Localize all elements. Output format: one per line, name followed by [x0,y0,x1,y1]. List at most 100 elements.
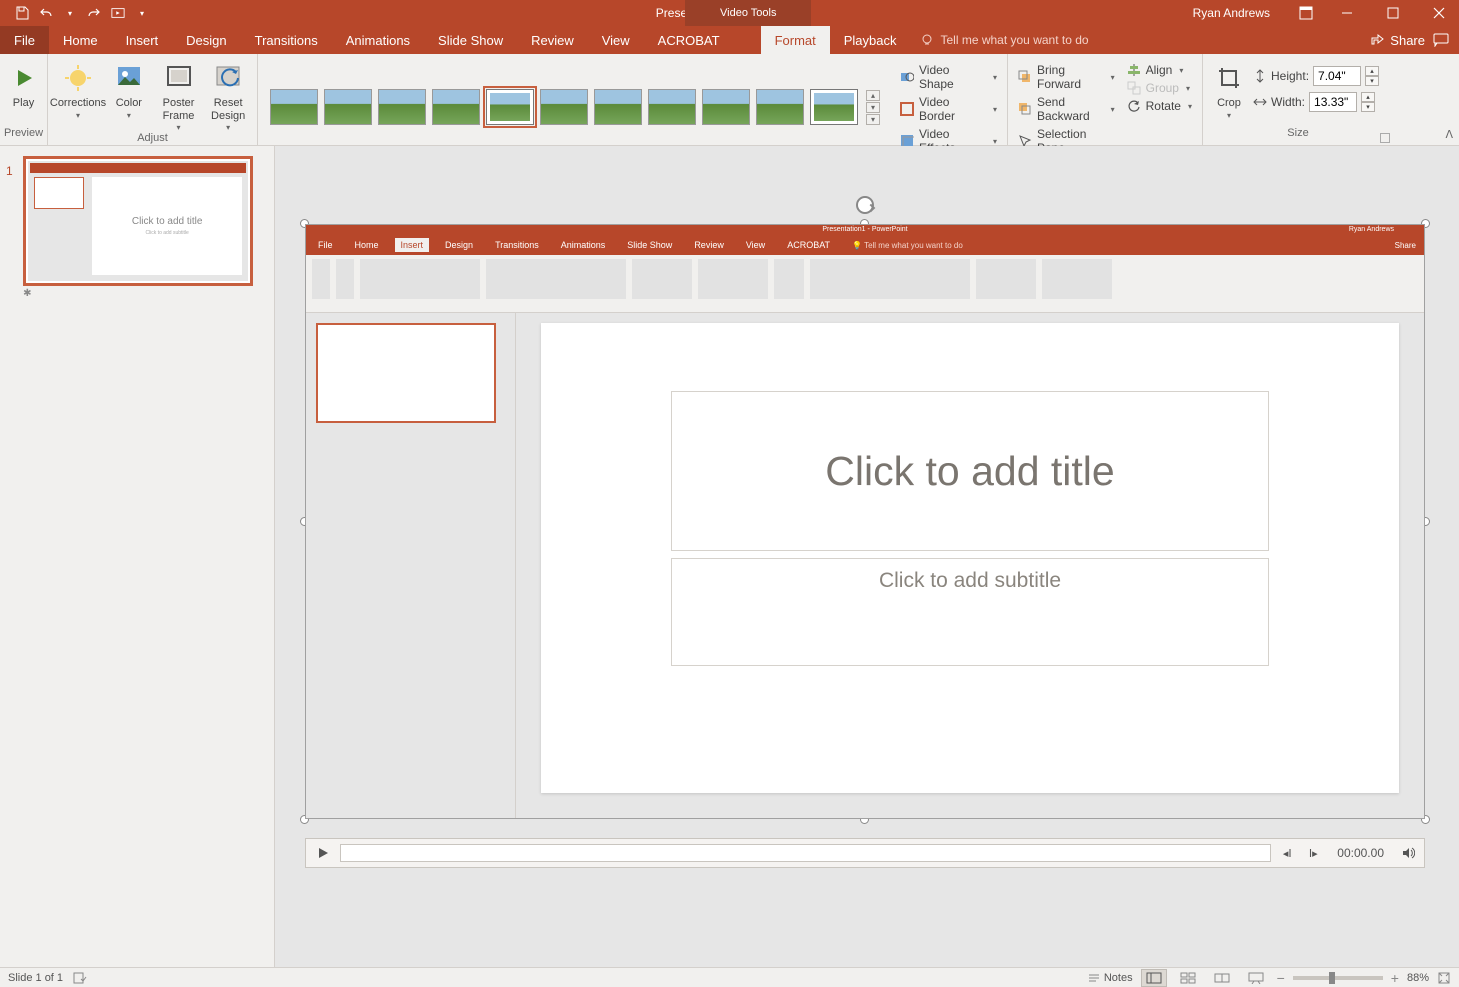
play-preview-button[interactable]: Play [6,58,41,110]
fit-to-window-button[interactable] [1437,971,1451,985]
tab-animations[interactable]: Animations [332,26,424,54]
arrange-col1: Bring Forward▾ Send Backward▾ Selection … [1014,58,1119,156]
seek-bar[interactable] [340,844,1271,862]
undo-icon[interactable] [39,6,53,20]
video-style-5[interactable] [486,89,534,125]
start-from-beginning-icon[interactable] [111,6,125,20]
poster-frame-button[interactable]: Poster Frame▾ [156,58,202,132]
redo-icon[interactable] [87,6,101,20]
height-input[interactable] [1313,66,1361,86]
video-shape-button[interactable]: Video Shape▾ [896,62,1001,92]
video-style-10[interactable] [756,89,804,125]
video-style-9[interactable] [702,89,750,125]
spellcheck-icon[interactable] [73,971,87,985]
slide-canvas[interactable]: Presentation1 - PowerPoint Ryan Andrews … [275,146,1459,967]
tab-format[interactable]: Format [761,26,830,54]
undo-dropdown-icon[interactable]: ▾ [63,6,77,20]
video-style-2[interactable] [324,89,372,125]
reset-design-button[interactable]: Reset Design▾ [205,58,251,132]
zoom-slider[interactable] [1293,976,1383,980]
inner-ribbon-tabs: File Home Insert Design Transitions Anim… [306,235,1424,255]
step-back-button[interactable]: ◂Ⅰ [1277,843,1297,863]
close-button[interactable] [1419,0,1459,26]
quick-access-toolbar: ▾ ▾ [0,6,149,20]
save-icon[interactable] [15,6,29,20]
rotate-button[interactable]: Rotate▾ [1123,98,1196,114]
gallery-more-button[interactable]: ▾ [866,114,880,125]
collapse-ribbon-icon[interactable]: ᐱ [1445,128,1453,141]
normal-view-button[interactable] [1141,969,1167,987]
height-label: Height: [1271,69,1309,83]
tab-file[interactable]: File [0,26,49,54]
width-spinner: ▴▾ [1361,92,1375,112]
inner-tab-design: Design [439,238,479,252]
tab-transitions[interactable]: Transitions [241,26,332,54]
maximize-button[interactable] [1373,0,1413,26]
tab-review[interactable]: Review [517,26,588,54]
video-style-7[interactable] [594,89,642,125]
gallery-up-button[interactable]: ▴ [866,90,880,101]
zoom-in-button[interactable]: + [1391,970,1399,986]
minimize-button[interactable] [1327,0,1367,26]
tell-me[interactable]: Tell me what you want to do [910,26,1102,54]
ribbon-display-options-icon[interactable] [1291,0,1321,26]
play-button[interactable] [312,842,334,864]
video-style-4[interactable] [432,89,480,125]
slide-thumb-number: 1 [6,164,13,178]
slide-thumbnail-1[interactable]: Click to add titleClick to add subtitle [23,156,253,286]
corrections-button[interactable]: Corrections▾ [54,58,102,120]
step-forward-button[interactable]: Ⅰ▸ [1303,843,1323,863]
align-button[interactable]: Align▾ [1123,62,1196,78]
width-down[interactable]: ▾ [1361,102,1375,112]
reset-design-icon [212,62,244,94]
video-style-1[interactable] [270,89,318,125]
color-button[interactable]: Color▾ [106,58,152,120]
group-adjust: Corrections▾ Color▾ Poster Frame▾ Reset … [48,54,258,145]
crop-button[interactable]: Crop▾ [1209,58,1249,120]
zoom-out-button[interactable]: − [1277,970,1285,986]
size-inputs: Height: ▴▾ Width: ▴▾ [1253,58,1379,112]
video-style-11[interactable] [810,89,858,125]
video-style-8[interactable] [648,89,696,125]
zoom-level[interactable]: 88% [1407,972,1429,984]
slide-sorter-button[interactable] [1175,969,1201,987]
send-backward-button[interactable]: Send Backward▾ [1014,94,1119,124]
slide-counter[interactable]: Slide 1 of 1 [8,972,63,984]
qat-customize-icon[interactable]: ▾ [135,6,149,20]
height-up[interactable]: ▴ [1365,66,1379,76]
video-border-button[interactable]: Video Border▾ [896,94,1001,124]
bring-forward-button[interactable]: Bring Forward▾ [1014,62,1119,92]
dialog-launcher-size[interactable] [1380,133,1390,143]
tab-acrobat[interactable]: ACROBAT [644,26,734,54]
height-row: Height: ▴▾ [1253,66,1379,86]
video-object[interactable]: Presentation1 - PowerPoint Ryan Andrews … [305,224,1425,819]
inner-ribbon-body [306,255,1424,313]
inner-share: Share [1395,241,1416,250]
tab-home[interactable]: Home [49,26,112,54]
rotate-handle[interactable] [856,196,874,214]
comments-icon[interactable] [1433,33,1449,47]
tab-view[interactable]: View [588,26,644,54]
signed-in-user[interactable]: Ryan Andrews [1193,6,1270,20]
width-up[interactable]: ▴ [1361,92,1375,102]
tab-slideshow[interactable]: Slide Show [424,26,517,54]
color-icon [113,62,145,94]
slideshow-view-button[interactable] [1243,969,1269,987]
tab-design[interactable]: Design [172,26,240,54]
arrange-col2: Align▾ Group▾ Rotate▾ [1123,58,1196,114]
volume-button[interactable] [1398,843,1418,863]
width-input[interactable] [1309,92,1357,112]
height-down[interactable]: ▾ [1365,76,1379,86]
reading-view-button[interactable] [1209,969,1235,987]
video-style-6[interactable] [540,89,588,125]
video-style-3[interactable] [378,89,426,125]
gallery-down-button[interactable]: ▾ [866,102,880,113]
inner-tab-insert: Insert [395,238,430,252]
slide-thumbnails-pane[interactable]: 1 Click to add titleClick to add subtitl… [0,146,275,967]
animation-star-icon[interactable]: ✱ [23,288,253,299]
notes-button[interactable]: Notes [1088,972,1133,984]
group-button: Group▾ [1123,80,1196,96]
share-button[interactable]: Share [1370,33,1425,48]
tab-insert[interactable]: Insert [112,26,173,54]
tab-playback[interactable]: Playback [830,26,911,54]
